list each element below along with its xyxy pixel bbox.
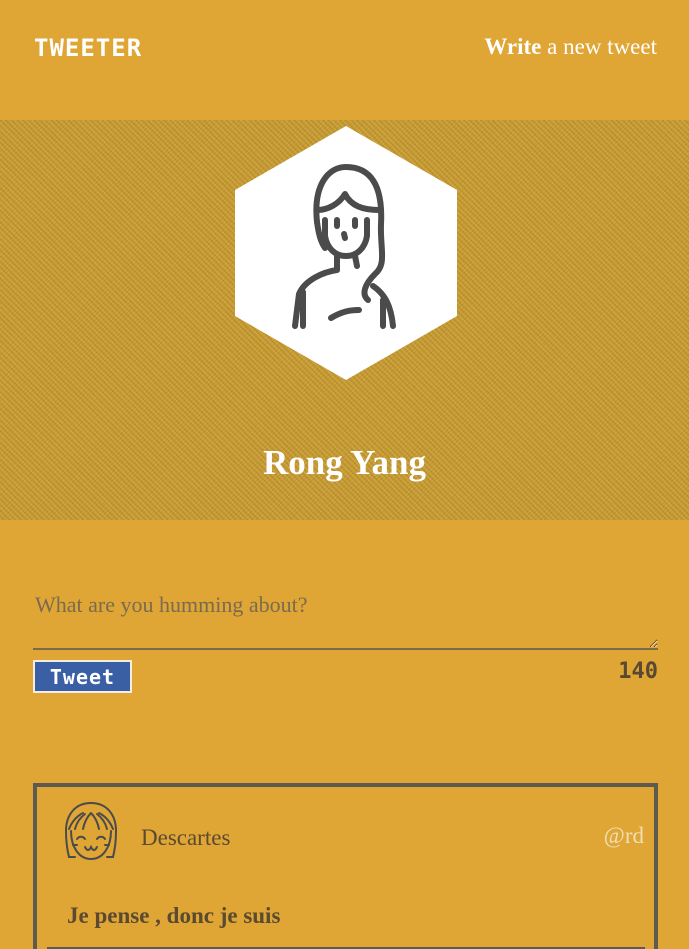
top-nav: Tweeter Write a new tweet: [0, 0, 689, 120]
profile-name: Rong Yang: [262, 443, 427, 482]
tweet-handle[interactable]: @rd: [604, 823, 644, 849]
smiling-face-avatar-icon: [64, 802, 118, 861]
tweet-input[interactable]: [33, 570, 658, 650]
profile-banner: Rong Yang: [0, 120, 689, 520]
tweet-button[interactable]: Tweet: [33, 660, 132, 693]
tweet-text: Je pense , donc je suis: [67, 903, 281, 928]
app-logo[interactable]: Tweeter: [34, 34, 142, 62]
woman-avatar-icon: [235, 126, 457, 380]
tweet-composer: [33, 570, 658, 650]
write-link-rest: a new tweet: [541, 34, 657, 59]
character-counter: 140: [618, 659, 658, 684]
write-link-bold: Write: [484, 34, 542, 59]
tweet-author[interactable]: Descartes: [141, 825, 230, 851]
tweet-card: Descartes @rd Je pense , donc je suis: [33, 783, 658, 949]
write-new-tweet-link[interactable]: Write a new tweet: [484, 34, 657, 60]
